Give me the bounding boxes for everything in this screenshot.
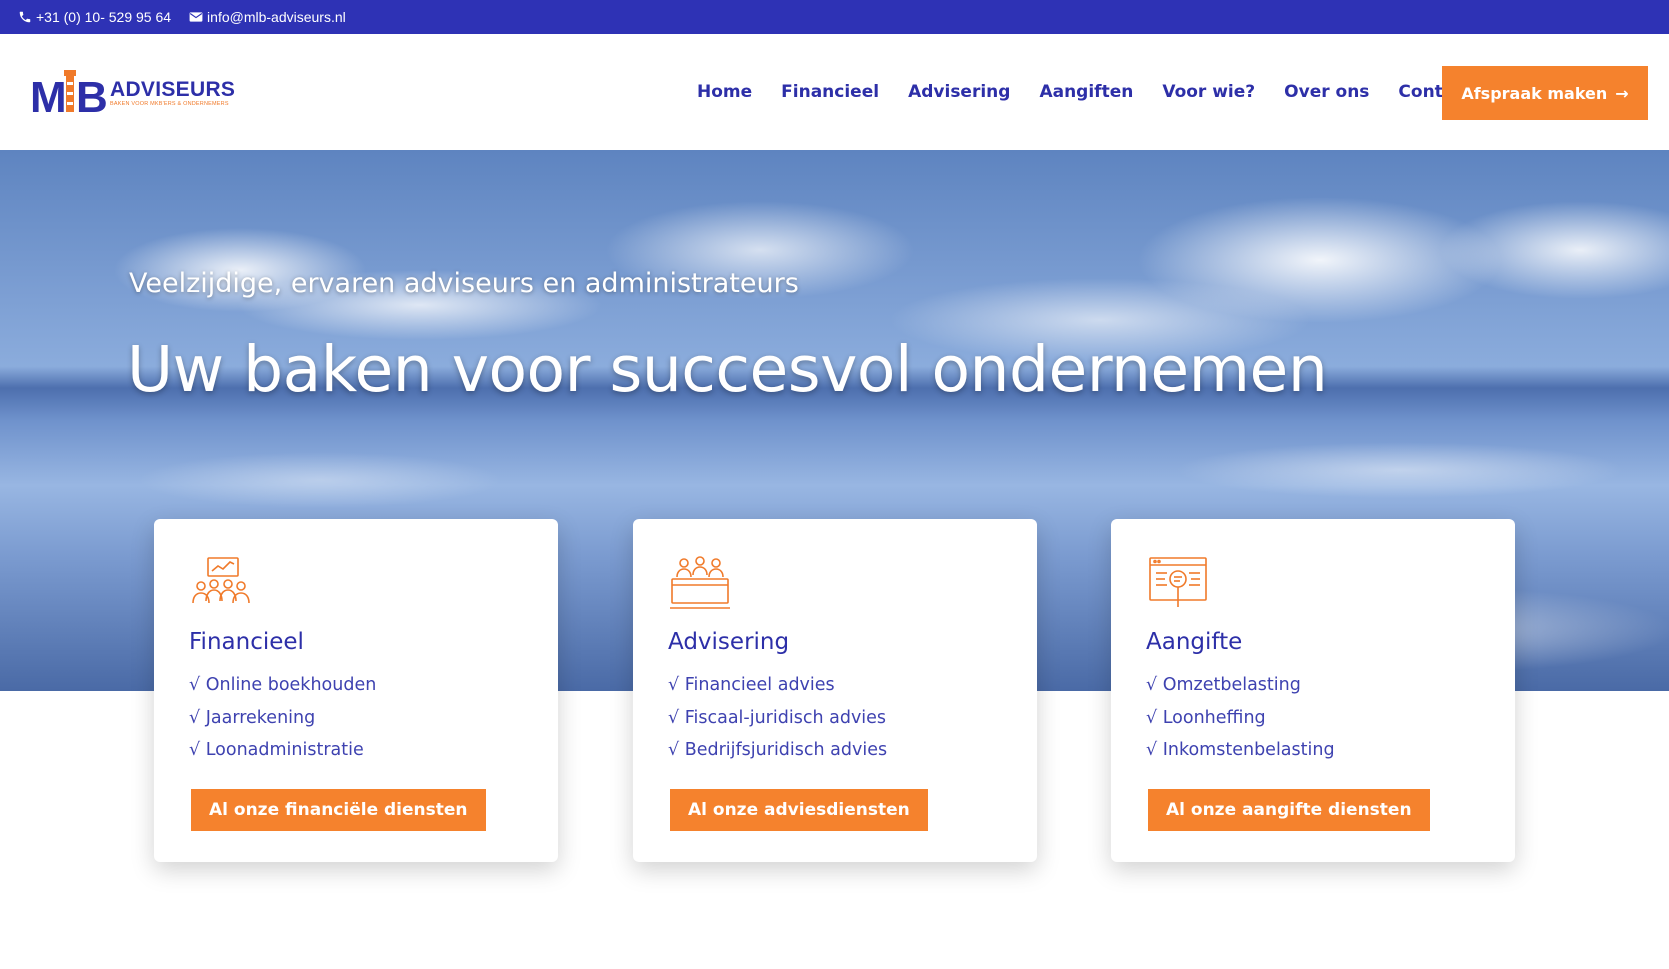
- list-item: √ Jaarrekening: [189, 707, 316, 728]
- service-card-aangifte: Aangifte √ Omzetbelasting √ Loonheffing …: [1111, 519, 1515, 862]
- card-title: Advisering: [668, 629, 790, 655]
- tax-return-services-button[interactable]: Al onze aangifte diensten: [1148, 789, 1430, 831]
- phone-number: +31 (0) 10- 529 95 64: [36, 9, 172, 25]
- service-list: √ Financieel advies √ Fiscaal-juridisch …: [668, 669, 887, 767]
- nav-item-home[interactable]: Home: [697, 82, 752, 102]
- phone-link[interactable]: +31 (0) 10- 529 95 64: [18, 9, 171, 25]
- list-item: √ Fiscaal-juridisch advies: [668, 707, 887, 728]
- logo-wordmark: ADVISEURS: [110, 77, 236, 101]
- list-item: √ Inkomstenbelasting: [1146, 740, 1335, 760]
- card-title: Financieel: [189, 629, 304, 655]
- nav-item-voor-wie[interactable]: Voor wie?: [1162, 82, 1255, 102]
- nav-item-financieel[interactable]: Financieel: [781, 82, 879, 102]
- make-appointment-label: Afspraak maken: [1461, 83, 1608, 103]
- svg-text:B: B: [76, 73, 108, 118]
- list-item: √ Bedrijfsjuridisch advies: [668, 740, 888, 760]
- service-card-advisering: Advisering √ Financieel advies √ Fiscaal…: [633, 519, 1037, 862]
- hero-subtitle: Veelzijdige, ervaren adviseurs en admini…: [129, 268, 799, 299]
- site-header: M B ADVISEURS BAKEN VOOR MKB'ERS & ONDER…: [0, 34, 1669, 150]
- financial-chart-people-icon: [192, 557, 250, 604]
- nav-item-over-ons[interactable]: Over ons: [1284, 82, 1369, 102]
- card-title: Aangifte: [1146, 629, 1243, 655]
- logo-mark: M B: [30, 68, 108, 122]
- advisory-services-button[interactable]: Al onze adviesdiensten: [670, 789, 928, 831]
- list-item: √ Loonheffing: [1146, 707, 1266, 728]
- svg-text:M: M: [30, 73, 67, 118]
- service-list: √ Online boekhouden √ Jaarrekening √ Loo…: [189, 669, 376, 767]
- service-card-financieel: Financieel √ Online boekhouden √ Jaarrek…: [154, 519, 558, 862]
- service-list: √ Omzetbelasting √ Loonheffing √ Inkomst…: [1146, 669, 1335, 767]
- main-navigation: Home Financieel Advisering Aangiften Voo…: [697, 34, 1472, 150]
- list-item: √ Loonadministratie: [189, 740, 364, 760]
- envelope-icon: [189, 12, 203, 22]
- phone-icon: [19, 11, 31, 23]
- logo-tagline: BAKEN VOOR MKB'ERS & ONDERNEMERS: [110, 100, 229, 107]
- list-item: √ Financieel advies: [668, 675, 835, 695]
- email-link[interactable]: info@mlb-adviseurs.nl: [189, 9, 346, 25]
- financial-services-button[interactable]: Al onze financiële diensten: [191, 789, 486, 831]
- list-item: √ Omzetbelasting: [1146, 675, 1301, 695]
- top-contact-bar: +31 (0) 10- 529 95 64 info@mlb-adviseurs…: [0, 0, 1669, 34]
- site-logo[interactable]: M B ADVISEURS BAKEN VOOR MKB'ERS & ONDER…: [30, 68, 235, 122]
- list-item: √ Online boekhouden: [189, 675, 377, 695]
- email-address: info@mlb-adviseurs.nl: [207, 9, 346, 25]
- document-magnifier-icon: [1149, 557, 1207, 607]
- make-appointment-button[interactable]: Afspraak maken →: [1442, 66, 1648, 120]
- nav-item-advisering[interactable]: Advisering: [908, 82, 1010, 102]
- nav-item-aangiften[interactable]: Aangiften: [1039, 82, 1133, 102]
- hero-title: Uw baken voor succesvol ondernemen: [127, 333, 1328, 406]
- arrow-right-icon: →: [1615, 83, 1629, 103]
- meeting-table-icon: [670, 556, 730, 609]
